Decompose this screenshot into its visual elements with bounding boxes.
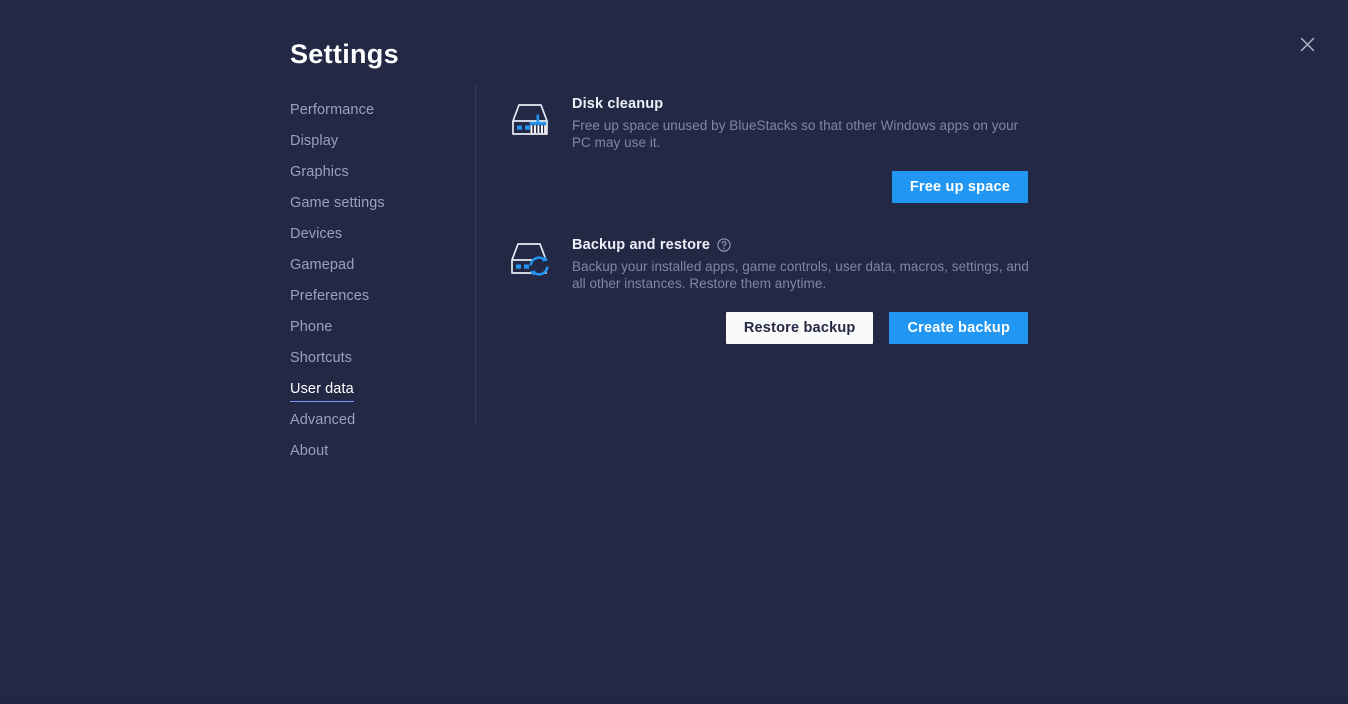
sidebar-item-display[interactable]: Display xyxy=(290,126,338,157)
sidebar-item-performance[interactable]: Performance xyxy=(290,95,374,126)
sidebar-item-label: Game settings xyxy=(290,195,385,211)
settings-body: Performance Display Graphics Game settin… xyxy=(0,85,1348,704)
create-backup-button[interactable]: Create backup xyxy=(889,312,1028,344)
restore-backup-button[interactable]: Restore backup xyxy=(725,312,874,344)
section-title-label: Backup and restore xyxy=(572,237,711,253)
sidebar-item-preferences[interactable]: Preferences xyxy=(290,281,369,312)
sidebar-item-graphics[interactable]: Graphics xyxy=(290,157,349,188)
sidebar-item-label: Performance xyxy=(290,102,375,118)
sidebar-item-gamepad[interactable]: Gamepad xyxy=(290,250,354,281)
backup-restore-icon xyxy=(508,238,556,282)
sidebar-item-label: User data xyxy=(290,381,354,397)
sidebar-item-user-data[interactable]: User data xyxy=(290,374,354,405)
section-backup-and-restore: Backup and restore Backup your installed… xyxy=(508,236,1038,344)
user-data-panel: Disk cleanup Free up space unused by Blu… xyxy=(508,95,1038,344)
sidebar-item-label: Gamepad xyxy=(290,257,355,273)
section-description: Free up space unused by BlueStacks so th… xyxy=(572,118,1019,150)
disk-cleanup-actions: Free up space xyxy=(508,171,1028,203)
sidebar-item-devices[interactable]: Devices xyxy=(290,219,342,250)
sidebar-item-label: Advanced xyxy=(290,412,356,428)
sidebar-item-advanced[interactable]: Advanced xyxy=(290,405,355,436)
settings-sidebar: Performance Display Graphics Game settin… xyxy=(290,95,475,467)
section-text: Disk cleanup Free up space unused by Blu… xyxy=(572,95,1032,151)
sidebar-item-label: Preferences xyxy=(290,288,370,304)
section-title-label: Disk cleanup xyxy=(572,96,664,112)
sidebar-item-label: About xyxy=(290,443,329,459)
sidebar-content-divider xyxy=(475,85,476,425)
close-icon xyxy=(1300,37,1315,52)
sidebar-item-label: Shortcuts xyxy=(290,350,353,366)
sidebar-item-label: Graphics xyxy=(290,164,349,180)
free-up-space-button[interactable]: Free up space xyxy=(891,171,1028,203)
section-description: Backup your installed apps, game control… xyxy=(572,259,1029,291)
section-header: Disk cleanup Free up space unused by Blu… xyxy=(508,95,1038,151)
help-circle-icon[interactable] xyxy=(717,238,731,252)
section-header: Backup and restore Backup your installed… xyxy=(508,236,1038,292)
sidebar-item-label: Devices xyxy=(290,226,343,242)
section-title: Backup and restore xyxy=(572,236,1032,254)
section-disk-cleanup: Disk cleanup Free up space unused by Blu… xyxy=(508,95,1038,203)
sidebar-item-label: Display xyxy=(290,133,339,149)
close-button[interactable] xyxy=(1296,33,1318,55)
section-text: Backup and restore Backup your installed… xyxy=(572,236,1032,292)
sidebar-item-phone[interactable]: Phone xyxy=(290,312,332,343)
sidebar-item-game-settings[interactable]: Game settings xyxy=(290,188,385,219)
sidebar-item-about[interactable]: About xyxy=(290,436,328,467)
page-title: Settings xyxy=(290,39,399,69)
section-title: Disk cleanup xyxy=(572,95,1032,113)
sidebar-item-label: Phone xyxy=(290,319,333,335)
backup-restore-actions: Restore backup Create backup xyxy=(508,312,1028,344)
disk-cleanup-icon xyxy=(508,97,556,141)
sidebar-item-shortcuts[interactable]: Shortcuts xyxy=(290,343,352,374)
